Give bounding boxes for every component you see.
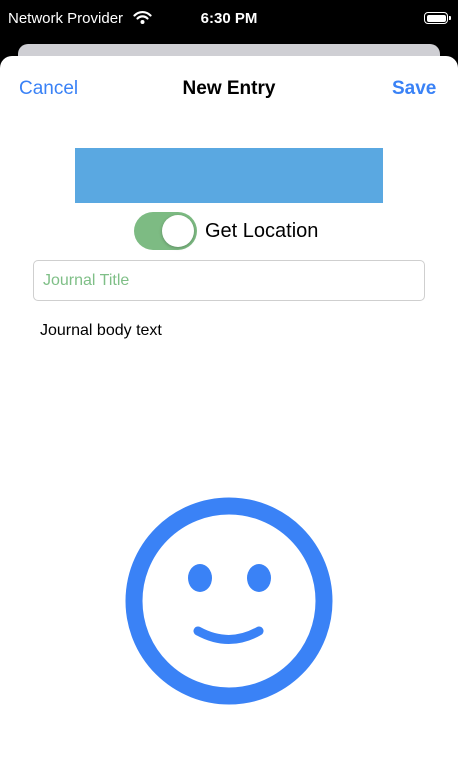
status-time: 6:30 PM (200, 10, 258, 27)
toggle-knob (162, 215, 194, 247)
color-banner (75, 148, 383, 203)
save-button[interactable]: Save (392, 78, 436, 100)
page-title: New Entry (182, 78, 276, 99)
battery-icon (424, 12, 451, 24)
get-location-toggle[interactable] (134, 212, 197, 250)
get-location-label: Get Location (205, 220, 319, 242)
smiley-face-icon[interactable] (124, 496, 334, 706)
new-entry-sheet: Cancel New Entry Save Get Location Journ… (0, 56, 458, 761)
status-bar: Network Provider 6:30 PM (0, 0, 458, 40)
journal-body-text[interactable]: Journal body text (40, 322, 162, 340)
journal-title-input[interactable] (33, 260, 425, 301)
